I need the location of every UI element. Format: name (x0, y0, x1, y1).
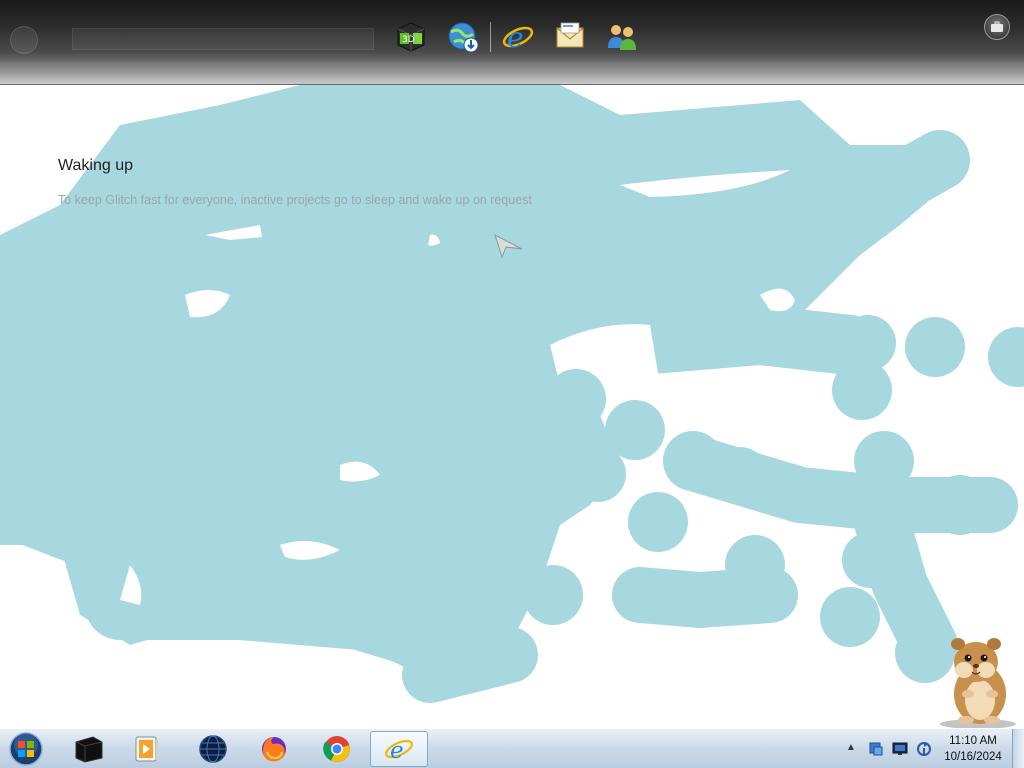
globe-dark-icon (199, 735, 227, 763)
hamster-mascot-icon (940, 638, 1016, 728)
dock-separator (490, 22, 491, 52)
dock-3d-label: 3D (402, 35, 415, 45)
page-title: Waking up (58, 157, 133, 174)
taskbar-firefox-button[interactable] (247, 731, 301, 767)
mail-envelope-icon[interactable] (551, 18, 589, 56)
taskbar-clock[interactable]: 11:10 AM 10/16/2024 (942, 733, 1004, 765)
network-shield-icon[interactable] (868, 741, 884, 757)
internet-explorer-icon: e (384, 738, 414, 764)
browser-page: Waking up To keep Glitch fast for everyo… (0, 85, 1024, 728)
paint-strokes-layer (0, 85, 1024, 703)
start-orb-icon (9, 732, 43, 766)
chrome-icon (323, 736, 350, 762)
nvidia-3d-icon[interactable]: 3D (392, 18, 430, 56)
taskbar: e ▲ 11:10 AM 10/16/2024 (0, 728, 1024, 768)
tray-show-hidden-icon[interactable]: ▲ (846, 742, 856, 753)
people-network-icon[interactable] (603, 18, 641, 56)
desktop-screen: 3D e Waking up To keep Glitch fast for e… (0, 0, 1024, 768)
monitor-icon[interactable] (892, 741, 908, 757)
show-desktop-button[interactable] (1012, 729, 1024, 768)
terminal-box-icon (75, 736, 103, 763)
system-tray: ▲ 11:10 AM 10/16/2024 (842, 729, 1024, 768)
internet-explorer-icon[interactable]: e (499, 18, 537, 56)
taskbar-internet-explorer-button[interactable]: e (370, 731, 428, 767)
top-dock-bar: 3D e (0, 0, 1024, 85)
taskbar-media-player-button[interactable] (120, 731, 174, 767)
address-bar-ghost (72, 28, 374, 50)
svg-text:e: e (390, 738, 404, 764)
taskbar-chrome-button[interactable] (310, 731, 364, 767)
app-dock: 3D e (392, 18, 641, 56)
briefcase-icon (991, 21, 1003, 32)
sync-icon[interactable] (916, 741, 932, 757)
dock-ie-label: e (507, 21, 524, 54)
clock-time: 11:10 AM (949, 735, 997, 747)
tab-row-ghost (0, 62, 1024, 82)
firefox-icon (262, 737, 286, 762)
dock-settings-button[interactable] (984, 14, 1010, 40)
taskbar-globe-button[interactable] (186, 731, 240, 767)
paper-plane-cursor-icon (494, 233, 523, 259)
globe-download-icon[interactable] (444, 18, 482, 56)
media-player-icon (135, 736, 158, 762)
start-button[interactable] (6, 730, 46, 768)
taskbar-terminal-button[interactable] (62, 731, 116, 767)
clock-date: 10/16/2024 (944, 751, 1002, 763)
back-button-ghost (10, 26, 38, 54)
page-message: To keep Glitch fast for everyone, inacti… (58, 193, 532, 207)
